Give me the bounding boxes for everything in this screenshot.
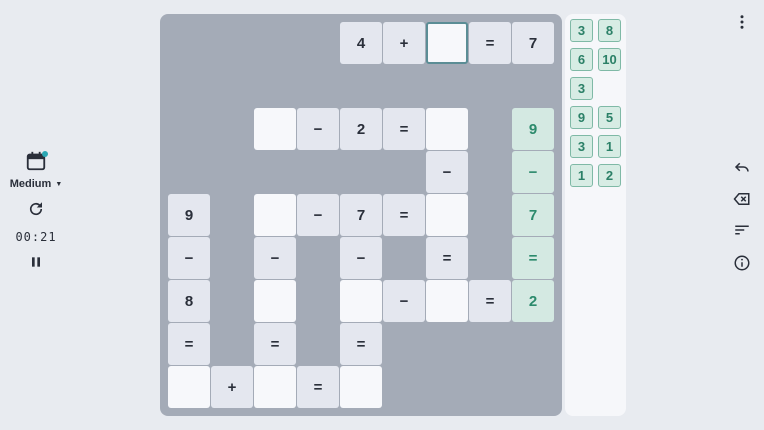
left-panel: Medium ▼ 00:21 bbox=[0, 150, 72, 270]
board-cell: 4 bbox=[340, 22, 382, 64]
more-vert-icon[interactable] bbox=[732, 12, 752, 32]
refresh-icon[interactable] bbox=[27, 200, 45, 218]
calendar-icon[interactable] bbox=[25, 150, 48, 172]
notification-dot bbox=[42, 151, 48, 157]
board-cell: 2 bbox=[512, 280, 554, 322]
undo-icon[interactable] bbox=[732, 157, 752, 177]
board-cell: = bbox=[512, 237, 554, 279]
number-tile[interactable]: 8 bbox=[598, 19, 621, 42]
number-tile[interactable]: 1 bbox=[570, 164, 593, 187]
number-tile[interactable]: 2 bbox=[598, 164, 621, 187]
puzzle-board: 4 + = 7−2 = 9− −9−7 = 7− − − = = 8− = 2 = = = + = bbox=[160, 14, 562, 416]
board-cell: = bbox=[297, 366, 339, 408]
board-cell: 7 bbox=[512, 194, 554, 236]
board-cell: 9 bbox=[512, 108, 554, 150]
board-cell: = bbox=[168, 323, 210, 365]
board-cell: − bbox=[168, 237, 210, 279]
board-cell: − bbox=[340, 237, 382, 279]
board-cell: − bbox=[383, 280, 425, 322]
difficulty-select[interactable]: Medium ▼ bbox=[10, 178, 63, 190]
sort-icon[interactable] bbox=[732, 220, 752, 240]
backspace-icon[interactable] bbox=[732, 189, 752, 209]
board-cell: 8 bbox=[168, 280, 210, 322]
board-cell: − bbox=[512, 151, 554, 193]
number-tile[interactable]: 9 bbox=[570, 106, 593, 129]
pause-icon[interactable] bbox=[28, 254, 44, 270]
empty-cell[interactable] bbox=[254, 108, 296, 150]
number-tile[interactable]: 5 bbox=[598, 106, 621, 129]
board-cell: − bbox=[297, 194, 339, 236]
empty-cell[interactable] bbox=[254, 366, 296, 408]
empty-cell[interactable] bbox=[340, 280, 382, 322]
board-cell: 7 bbox=[340, 194, 382, 236]
empty-cell[interactable] bbox=[426, 280, 468, 322]
difficulty-label: Medium bbox=[9, 178, 52, 190]
empty-cell[interactable] bbox=[340, 366, 382, 408]
board-cell: − bbox=[297, 108, 339, 150]
caret-down-icon: ▼ bbox=[55, 180, 63, 188]
empty-cell[interactable] bbox=[254, 280, 296, 322]
board-cell: − bbox=[254, 237, 296, 279]
info-icon[interactable] bbox=[732, 253, 752, 273]
empty-cell[interactable] bbox=[426, 194, 468, 236]
number-tile[interactable]: 6 bbox=[570, 48, 593, 71]
board-cell: = bbox=[426, 237, 468, 279]
board-cell: 7 bbox=[512, 22, 554, 64]
board-cell: = bbox=[469, 22, 511, 64]
timer: 00:21 bbox=[15, 230, 57, 244]
board-cell: 9 bbox=[168, 194, 210, 236]
board-cell: = bbox=[383, 194, 425, 236]
board-cell: − bbox=[426, 151, 468, 193]
board-cell: + bbox=[211, 366, 253, 408]
board-cell: = bbox=[254, 323, 296, 365]
board-cell: + bbox=[383, 22, 425, 64]
board-cell: = bbox=[340, 323, 382, 365]
empty-cell[interactable] bbox=[254, 194, 296, 236]
number-tile[interactable]: 3 bbox=[570, 135, 593, 158]
number-tray: 3 8 6 10 3 9 5 3 1 1 2 bbox=[565, 14, 626, 416]
board-cell: = bbox=[383, 108, 425, 150]
number-tile[interactable]: 3 bbox=[570, 19, 593, 42]
board-cell: = bbox=[469, 280, 511, 322]
empty-cell[interactable] bbox=[426, 108, 468, 150]
board-cell: 2 bbox=[340, 108, 382, 150]
number-tile[interactable]: 3 bbox=[570, 77, 593, 100]
number-tile[interactable]: 10 bbox=[598, 48, 621, 71]
empty-cell[interactable] bbox=[426, 22, 468, 64]
empty-cell[interactable] bbox=[168, 366, 210, 408]
number-tile[interactable]: 1 bbox=[598, 135, 621, 158]
